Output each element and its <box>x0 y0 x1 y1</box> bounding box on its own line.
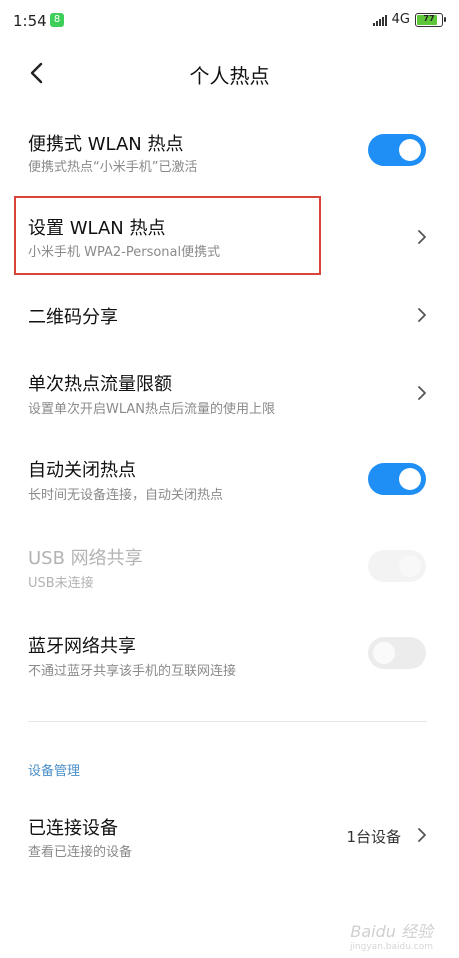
connected-device-count: 1台设备 <box>346 828 401 846</box>
chevron-right-icon <box>418 308 426 322</box>
section-divider <box>28 721 427 722</box>
usb-tethering-toggle <box>368 550 426 582</box>
status-time: 1:54 <box>13 12 47 30</box>
battery-level: 77 <box>423 13 435 23</box>
setting-portable-hotspot[interactable]: 便携式 WLAN 热点 便携式热点“小米手机”已激活 <box>0 122 459 184</box>
chevron-right-icon <box>418 386 426 400</box>
chevron-right-icon <box>418 230 426 244</box>
setting-subtitle: 设置单次开启WLAN热点后流量的使用上限 <box>28 402 276 417</box>
title-bar: 个人热点 <box>0 50 459 96</box>
signal-icon <box>372 14 387 26</box>
chevron-right-icon <box>418 828 426 842</box>
setting-title: 蓝牙网络共享 <box>28 636 136 657</box>
setting-title: 便携式 WLAN 热点 <box>28 134 184 155</box>
setting-subtitle: USB未连接 <box>28 576 94 591</box>
setting-bluetooth-tethering[interactable]: 蓝牙网络共享 不通过蓝牙共享该手机的互联网连接 <box>0 624 459 686</box>
setting-connected-devices[interactable]: 已连接设备 查看已连接的设备 1台设备 <box>0 806 459 868</box>
status-right: 4G 77 <box>372 12 446 27</box>
network-type: 4G <box>391 12 410 27</box>
setting-usb-tethering: USB 网络共享 USB未连接 <box>0 536 459 598</box>
page-title: 个人热点 <box>189 64 270 88</box>
portable-hotspot-toggle[interactable] <box>368 134 426 166</box>
auto-close-toggle[interactable] <box>368 463 426 495</box>
setting-title: USB 网络共享 <box>28 548 143 569</box>
setting-title: 自动关闭热点 <box>28 460 136 481</box>
battery-icon: 77 <box>415 12 446 27</box>
setting-title: 单次热点流量限额 <box>28 374 172 395</box>
notification-badge: 8 <box>50 13 64 27</box>
setting-subtitle: 查看已连接的设备 <box>28 845 133 860</box>
setting-title: 二维码分享 <box>28 307 118 328</box>
setting-data-limit[interactable]: 单次热点流量限额 设置单次开启WLAN热点后流量的使用上限 <box>0 362 459 424</box>
setting-subtitle: 不通过蓝牙共享该手机的互联网连接 <box>28 664 237 679</box>
highlight-box <box>14 196 321 275</box>
setting-title: 已连接设备 <box>28 818 118 839</box>
bluetooth-tethering-toggle[interactable] <box>368 637 426 669</box>
setting-subtitle: 长时间无设备连接，自动关闭热点 <box>28 488 224 503</box>
setting-subtitle: 便携式热点“小米手机”已激活 <box>28 160 198 175</box>
setting-auto-close[interactable]: 自动关闭热点 长时间无设备连接，自动关闭热点 <box>0 448 459 510</box>
setting-qr-share[interactable]: 二维码分享 <box>0 290 459 340</box>
watermark-logo: Baidu 经验 <box>350 922 433 941</box>
status-bar: 1:54 8 4G 77 <box>0 0 459 42</box>
section-label-device-management: 设备管理 <box>28 764 81 779</box>
watermark-url: jingyan.baidu.com <box>349 942 433 952</box>
